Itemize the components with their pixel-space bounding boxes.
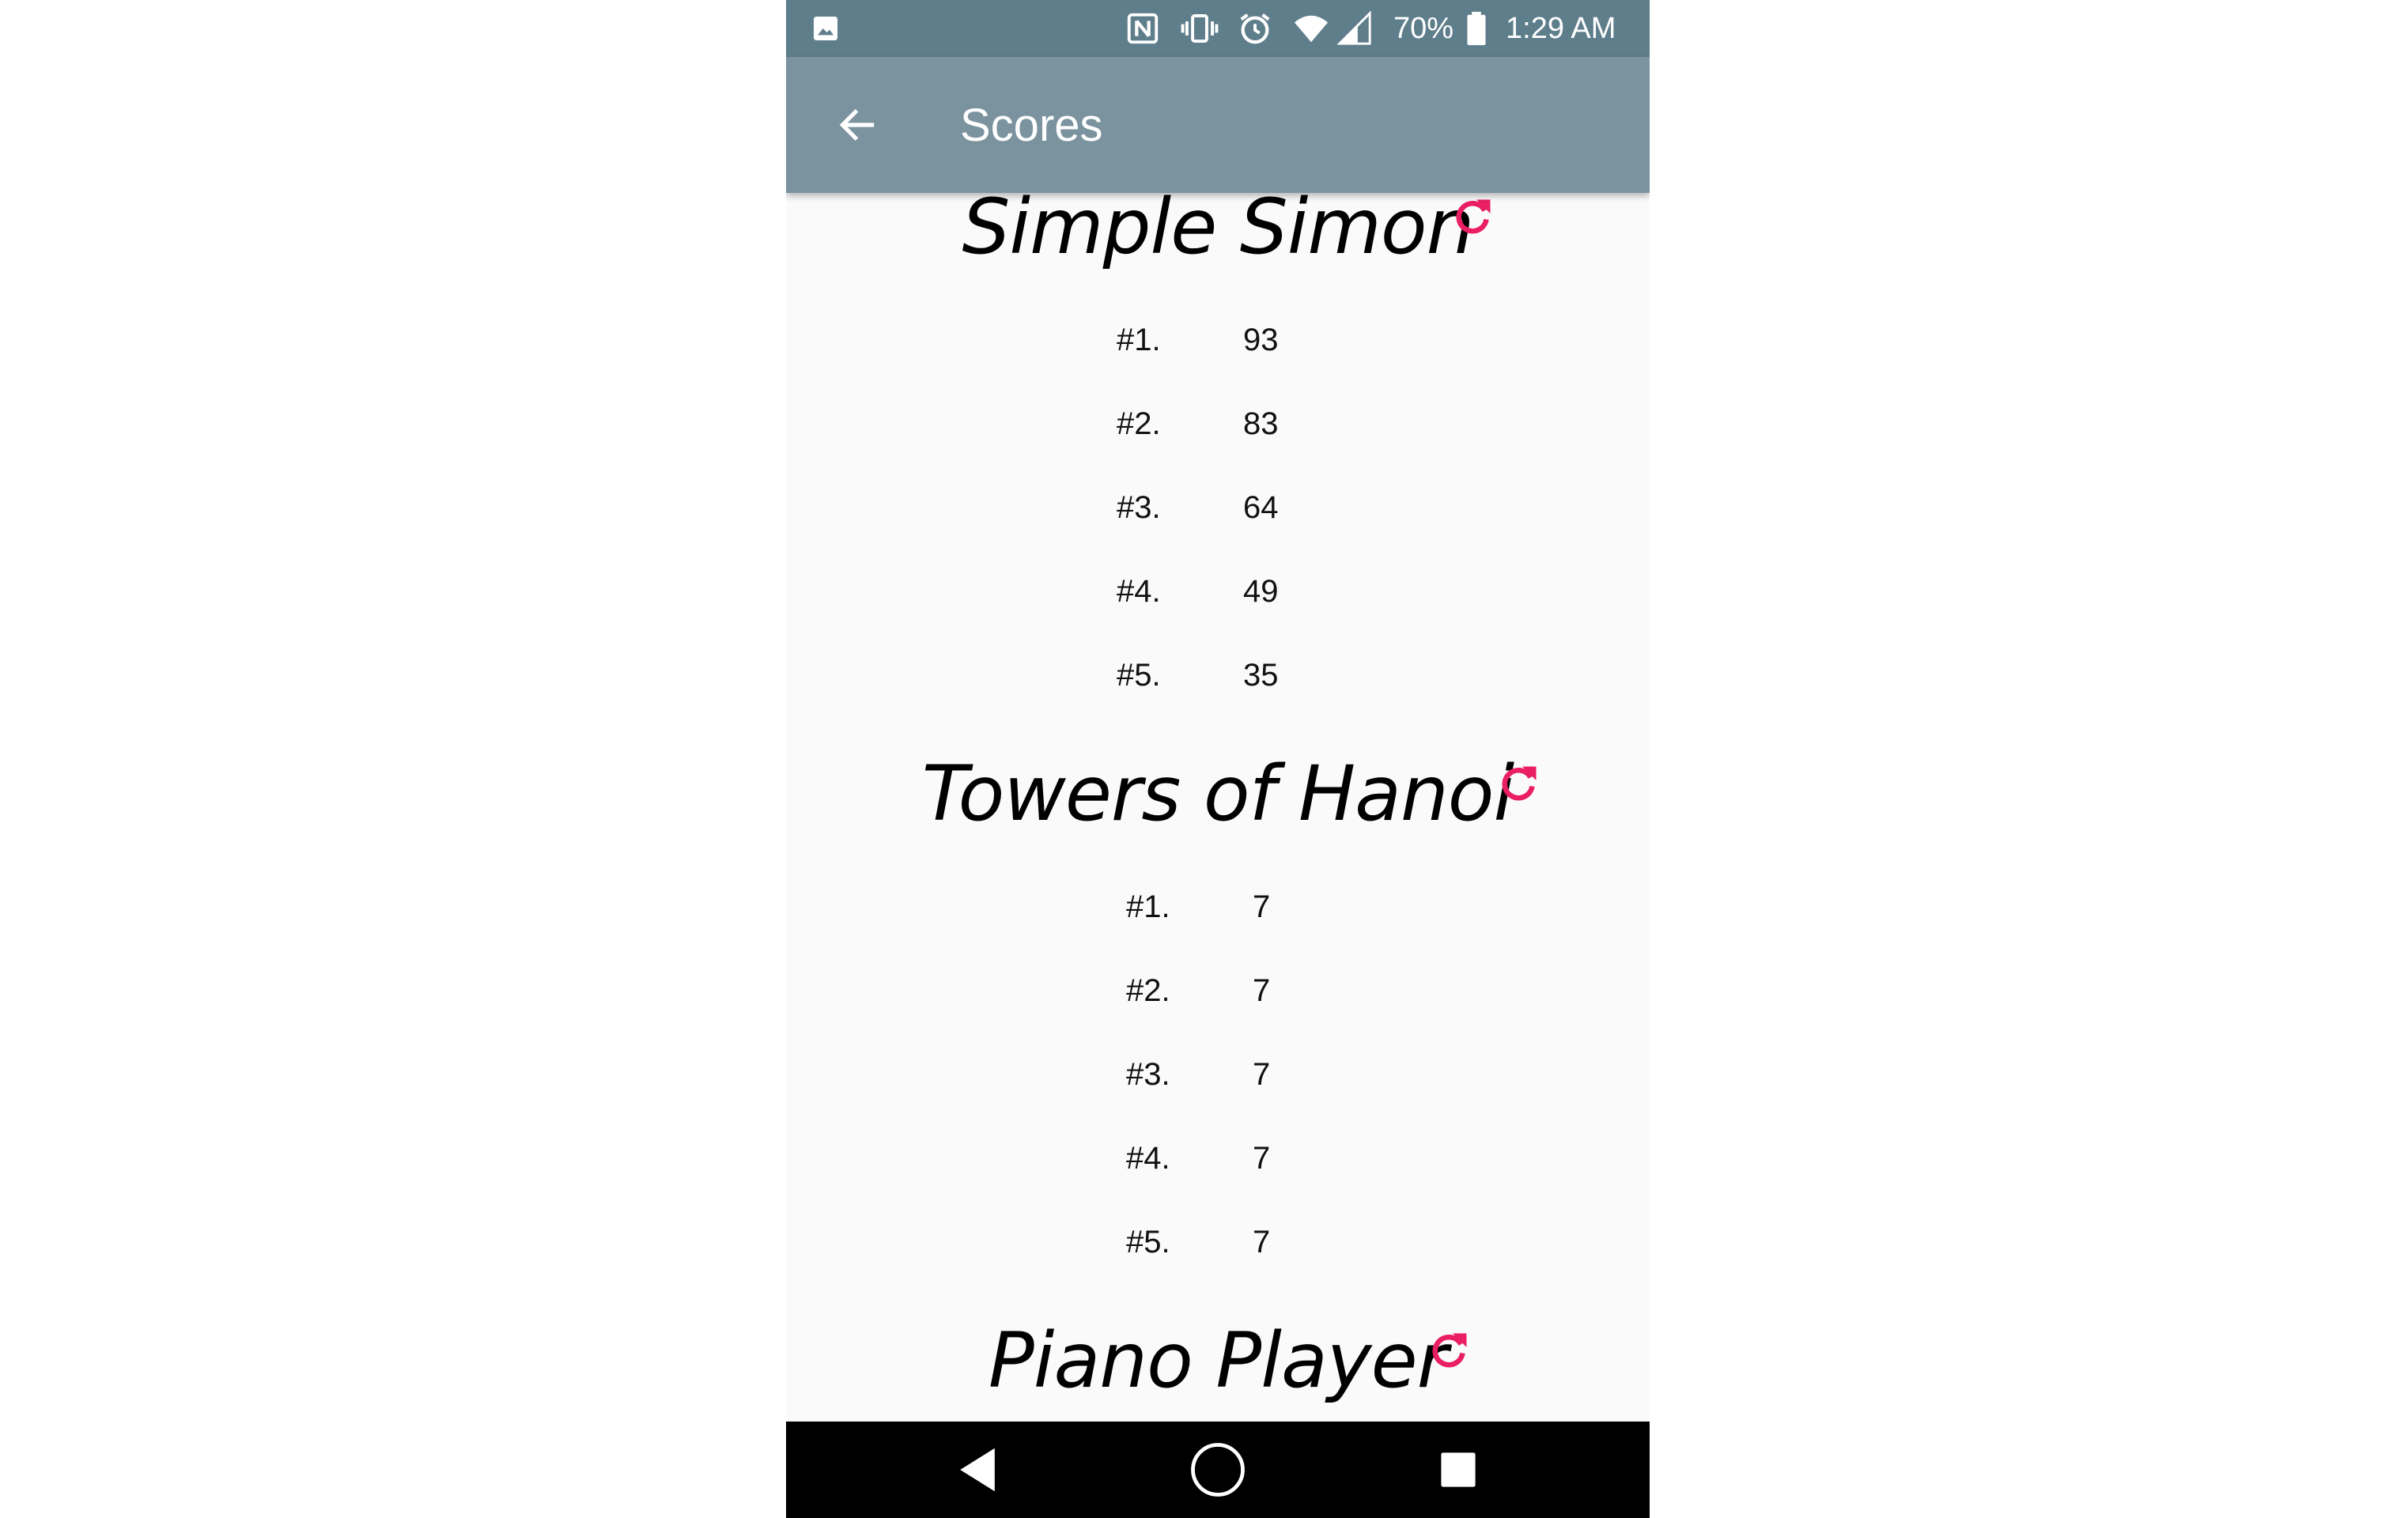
nav-home-icon — [1191, 1443, 1245, 1497]
arrow-left-icon — [839, 109, 875, 141]
score-rank: #1. — [1117, 323, 1161, 357]
score-value: 7 — [1253, 1057, 1271, 1092]
score-value: 83 — [1243, 406, 1279, 441]
phone-screen: 70% 1:29 AM Scores Simple Simon #1. 93 #… — [786, 0, 1650, 1518]
score-rank: #5. — [1126, 1225, 1170, 1259]
battery-percent: 70% — [1393, 11, 1454, 45]
signal-icon — [1336, 0, 1373, 57]
score-row: #2. 83 — [786, 400, 1650, 447]
score-rank: #2. — [1126, 973, 1170, 1008]
refresh-button[interactable] — [1421, 1324, 1476, 1379]
status-bar: 70% 1:29 AM — [786, 0, 1650, 57]
score-row: #5. 7 — [786, 1218, 1650, 1266]
score-row: #4. 7 — [786, 1135, 1650, 1182]
battery-icon — [1465, 0, 1488, 57]
score-row: #4. 49 — [786, 568, 1650, 615]
score-row: #5. 35 — [786, 651, 1650, 699]
nav-back-icon — [960, 1448, 995, 1492]
refresh-icon — [1456, 199, 1491, 234]
score-value: 49 — [1243, 574, 1279, 609]
score-rank: #2. — [1117, 406, 1161, 441]
refresh-button[interactable] — [1491, 757, 1546, 812]
score-value: 7 — [1253, 889, 1271, 924]
score-value: 35 — [1243, 658, 1279, 693]
page-title: Scores — [960, 99, 1103, 151]
nav-recents-icon — [1441, 1452, 1476, 1487]
game-title: Piano Player — [988, 1316, 1448, 1405]
status-time: 1:29 AM — [1506, 11, 1616, 45]
score-value: 64 — [1243, 490, 1279, 525]
nav-recents-button[interactable] — [1411, 1422, 1506, 1518]
score-value: 7 — [1253, 1141, 1271, 1176]
wifi-icon — [1292, 0, 1330, 57]
score-value: 7 — [1253, 973, 1271, 1008]
score-row: #1. 7 — [786, 883, 1650, 931]
score-value: 7 — [1253, 1225, 1271, 1259]
refresh-icon — [1432, 1333, 1467, 1368]
back-button[interactable] — [826, 93, 889, 157]
nav-home-button[interactable] — [1170, 1422, 1265, 1518]
score-value: 93 — [1243, 323, 1279, 357]
score-row: #3. 64 — [786, 484, 1650, 531]
alarm-icon — [1237, 0, 1273, 57]
score-row: #2. 7 — [786, 967, 1650, 1014]
navigation-bar — [786, 1422, 1650, 1518]
refresh-button[interactable] — [1445, 193, 1500, 245]
vibrate-icon — [1180, 0, 1219, 57]
game-title: Simple Simon — [962, 193, 1474, 271]
score-rank: #1. — [1126, 889, 1170, 924]
score-rank: #3. — [1126, 1057, 1170, 1092]
game-title: Towers of Hanoi — [921, 750, 1514, 838]
gallery-icon — [810, 0, 841, 57]
score-row: #1. 93 — [786, 316, 1650, 364]
score-rank: #3. — [1117, 490, 1161, 525]
app-toolbar: Scores — [786, 57, 1650, 193]
scores-list[interactable]: Simple Simon #1. 93 #2. 83 #3. 64 #4. 49… — [786, 193, 1650, 1422]
nav-back-button[interactable] — [930, 1422, 1025, 1518]
score-rank: #5. — [1117, 658, 1161, 693]
score-row: #3. 7 — [786, 1051, 1650, 1098]
nfc-icon — [1125, 0, 1161, 57]
score-rank: #4. — [1126, 1141, 1170, 1176]
score-rank: #4. — [1117, 574, 1161, 609]
refresh-icon — [1502, 766, 1537, 801]
